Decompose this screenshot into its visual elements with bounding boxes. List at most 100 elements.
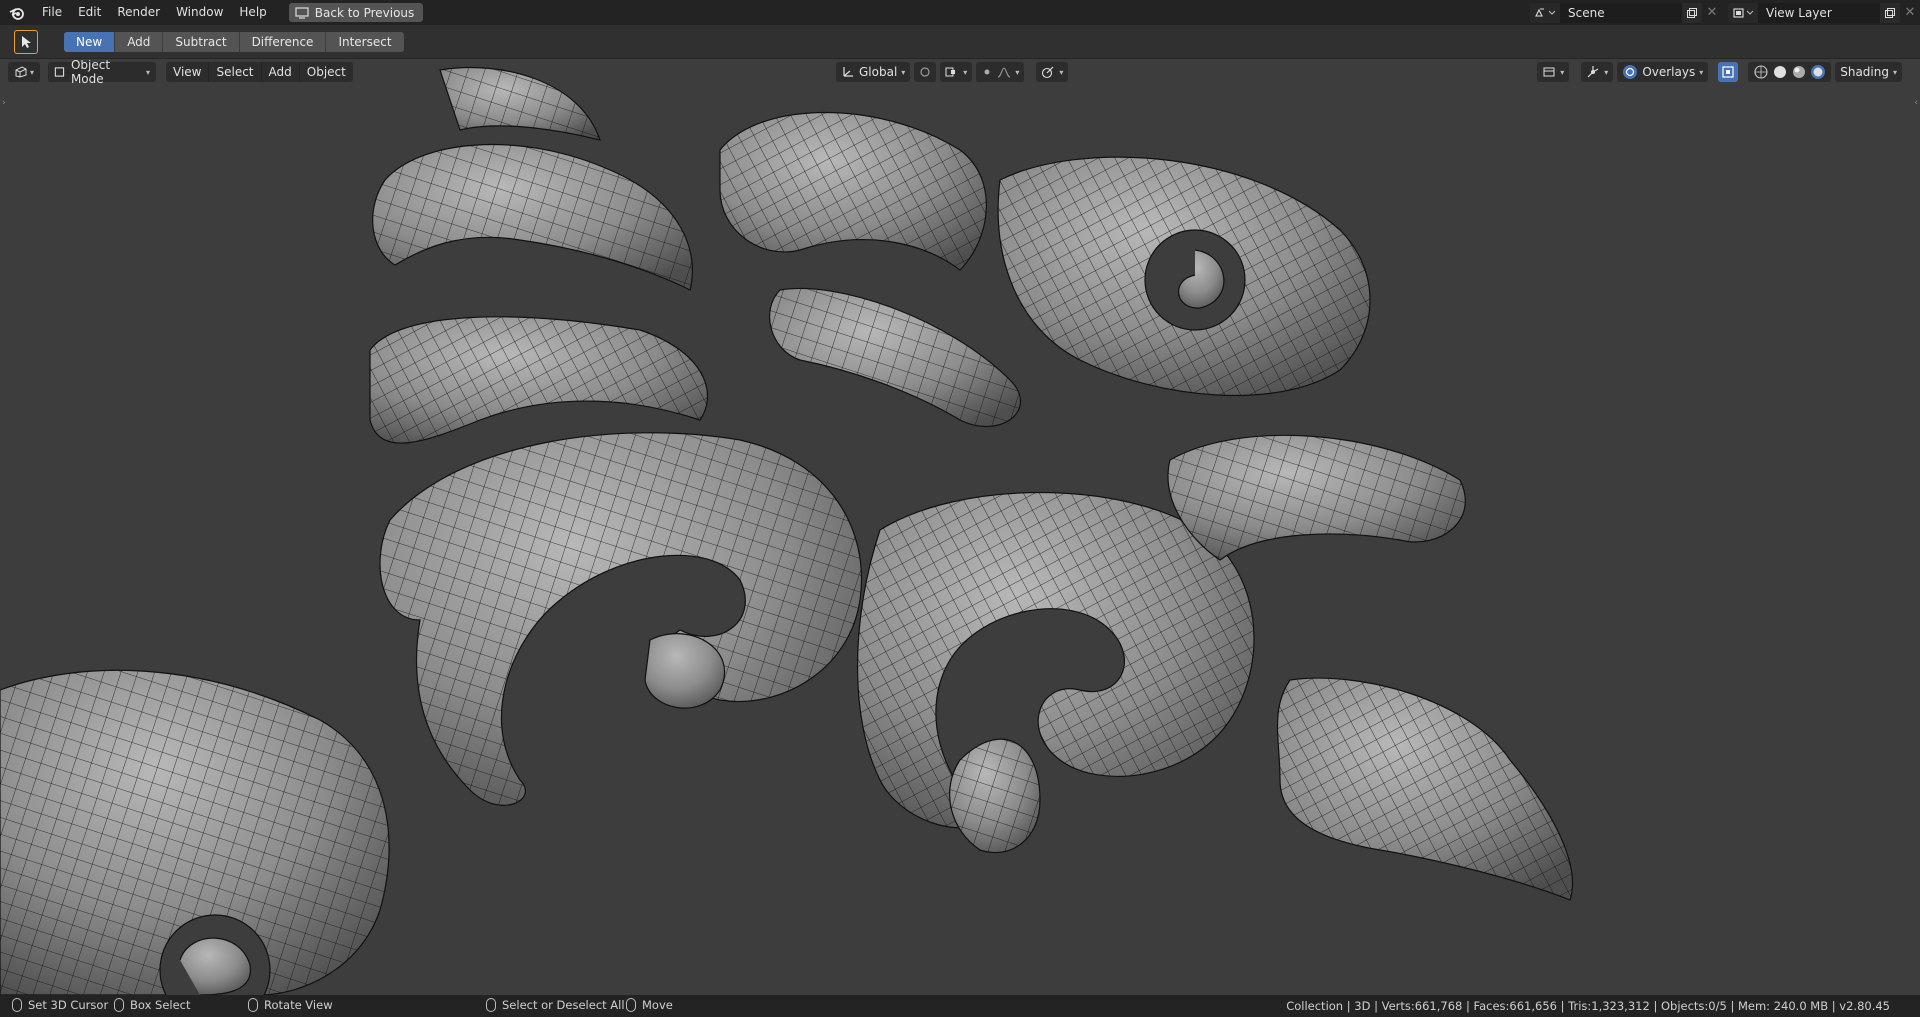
editor-type-button[interactable]: ▾ [8, 62, 40, 82]
chevron-down-icon: ▾ [145, 67, 150, 77]
ornament-top-center [719, 112, 1022, 428]
overlays-label: Overlays [1642, 65, 1696, 79]
scene-statistics: Collection | 3D | Verts:661,768 | Faces:… [1286, 999, 1890, 1013]
hint-label: Select or Deselect All [502, 998, 625, 1012]
back-to-previous-label: Back to Previous [314, 5, 415, 20]
ornament-top-right [997, 156, 1371, 396]
blender-logo-icon[interactable] [0, 0, 34, 25]
hint-rotate-view: Rotate View [248, 998, 333, 1012]
mode-difference-button[interactable]: Difference [239, 31, 327, 52]
hint-select-deselect-all: Select or Deselect All [486, 998, 625, 1012]
hint-label: Box Select [130, 998, 191, 1012]
wireframe-shading-icon[interactable] [1753, 64, 1769, 80]
viewport-display-controls: ▾ ▾ Overlays ▾ Shading ▾ [1537, 62, 1902, 82]
menu-window[interactable]: Window [168, 0, 231, 25]
mouse-drag-icon [114, 998, 124, 1012]
chevron-down-icon: ▾ [1059, 67, 1064, 77]
mouse-drag-icon [626, 998, 636, 1012]
orientation-label: Global [859, 65, 898, 79]
material-shading-icon[interactable] [1791, 64, 1807, 80]
new-view-layer-icon[interactable] [1880, 2, 1900, 23]
overlays-icon [1623, 65, 1638, 79]
pivot-point-button[interactable] [914, 62, 937, 82]
chevron-down-icon: ▾ [1604, 67, 1609, 77]
snap-icon [945, 67, 956, 77]
mouse-left-icon [12, 998, 22, 1012]
overlays-button[interactable]: Overlays ▾ [1617, 62, 1709, 82]
chevron-down-icon: ▾ [901, 67, 906, 77]
gizmo-visibility-icon [1587, 66, 1599, 78]
mouse-middle-icon [248, 998, 258, 1012]
delete-scene-icon[interactable]: ✕ [1702, 3, 1722, 23]
scene-name-field[interactable]: Scene [1560, 2, 1682, 23]
visibility-filter-icon [1543, 67, 1555, 77]
gizmo-toggle-button[interactable]: ▾ [1581, 62, 1614, 82]
mode-intersect-button[interactable]: Intersect [326, 31, 404, 52]
orientation-dropdown[interactable]: Global ▾ [836, 62, 911, 82]
selection-mode-group: New Add Subtract Difference Intersect [64, 31, 404, 52]
toolbar-expand-icon[interactable]: › [2, 98, 6, 108]
chevron-down-icon: ▾ [1015, 67, 1020, 77]
back-to-previous-button[interactable]: Back to Previous [288, 3, 424, 22]
proportional-edit-icon [984, 69, 990, 75]
delete-view-layer-icon[interactable]: ✕ [1900, 3, 1920, 23]
mode-new-button[interactable]: New [64, 31, 116, 52]
hint-label: Rotate View [264, 998, 333, 1012]
object-mode-label: Object Mode [70, 60, 111, 86]
menu-render[interactable]: Render [109, 0, 168, 25]
viewport-menu-select[interactable]: Select [209, 62, 262, 82]
transform-controls: Global ▾ ▾ ▾ ▾ [836, 62, 1069, 82]
scene-icon[interactable] [1530, 2, 1560, 23]
shading-label: Shading [1840, 65, 1889, 79]
mesh-render [0, 67, 1574, 995]
gizmo-button[interactable]: ▾ [1036, 62, 1069, 82]
falloff-icon [998, 67, 1011, 78]
view-layer-icon[interactable] [1728, 2, 1758, 23]
menu-file[interactable]: File [34, 0, 70, 25]
hint-box-select: Box Select [114, 998, 191, 1012]
shading-mode-group [1748, 62, 1832, 82]
status-bar: Set 3D Cursor Box Select Rotate View Sel… [0, 995, 1920, 1017]
chevron-down-icon: ▾ [1560, 67, 1565, 77]
mouse-right-icon [486, 998, 496, 1012]
chevron-down-icon: ▾ [963, 67, 968, 77]
gizmo-icon [1042, 66, 1054, 79]
viewport-menu-add[interactable]: Add [261, 62, 300, 82]
view-layer-selector[interactable]: View Layer ✕ [1728, 2, 1920, 23]
hint-set-3d-cursor: Set 3D Cursor [12, 998, 108, 1012]
top-menu-bar: File Edit Render Window Help Back to Pre… [0, 0, 1920, 25]
xray-toggle-button[interactable] [1718, 62, 1739, 82]
new-scene-icon[interactable] [1682, 2, 1702, 23]
tool-settings-header: New Add Subtract Difference Intersect [0, 25, 1920, 59]
mode-subtract-button[interactable]: Subtract [163, 31, 240, 52]
hint-move: Move [626, 998, 673, 1012]
view-layer-name-field[interactable]: View Layer [1758, 2, 1880, 23]
select-tool-icon[interactable] [14, 29, 38, 54]
chevron-down-icon: ▾ [1892, 67, 1897, 77]
object-mode-icon [54, 67, 65, 77]
mode-add-button[interactable]: Add [115, 31, 164, 52]
solid-shading-icon[interactable] [1772, 64, 1788, 80]
ornament-center-scroll [379, 432, 863, 806]
proportional-edit-button[interactable]: ▾ [976, 62, 1025, 82]
rendered-shading-icon[interactable] [1810, 64, 1826, 80]
xray-icon [1722, 66, 1734, 78]
screen-icon [295, 6, 309, 19]
sidebar-expand-icon[interactable]: ‹ [1914, 98, 1918, 108]
snap-button[interactable]: ▾ [940, 62, 973, 82]
scene-selector[interactable]: Scene ✕ [1530, 2, 1722, 23]
ornament-lower-left [0, 669, 390, 995]
shading-dropdown[interactable]: Shading ▾ [1835, 62, 1902, 82]
hint-label: Move [642, 998, 673, 1012]
menu-edit[interactable]: Edit [70, 0, 109, 25]
menu-help[interactable]: Help [231, 0, 274, 25]
object-visibility-button[interactable]: ▾ [1537, 62, 1570, 82]
viewport-header: ▾ Object Mode ▾ View Select Add Object G… [0, 60, 1920, 86]
object-mode-dropdown[interactable]: Object Mode ▾ [48, 60, 156, 86]
viewport-menu-object[interactable]: Object [299, 62, 353, 82]
3d-viewport[interactable]: ▾ Object Mode ▾ View Select Add Object G… [0, 60, 1920, 995]
ornament-upper-left [369, 67, 709, 444]
chevron-down-icon: ▾ [1699, 67, 1704, 77]
3d-view-icon [15, 66, 27, 78]
viewport-menu-view[interactable]: View [166, 62, 210, 82]
